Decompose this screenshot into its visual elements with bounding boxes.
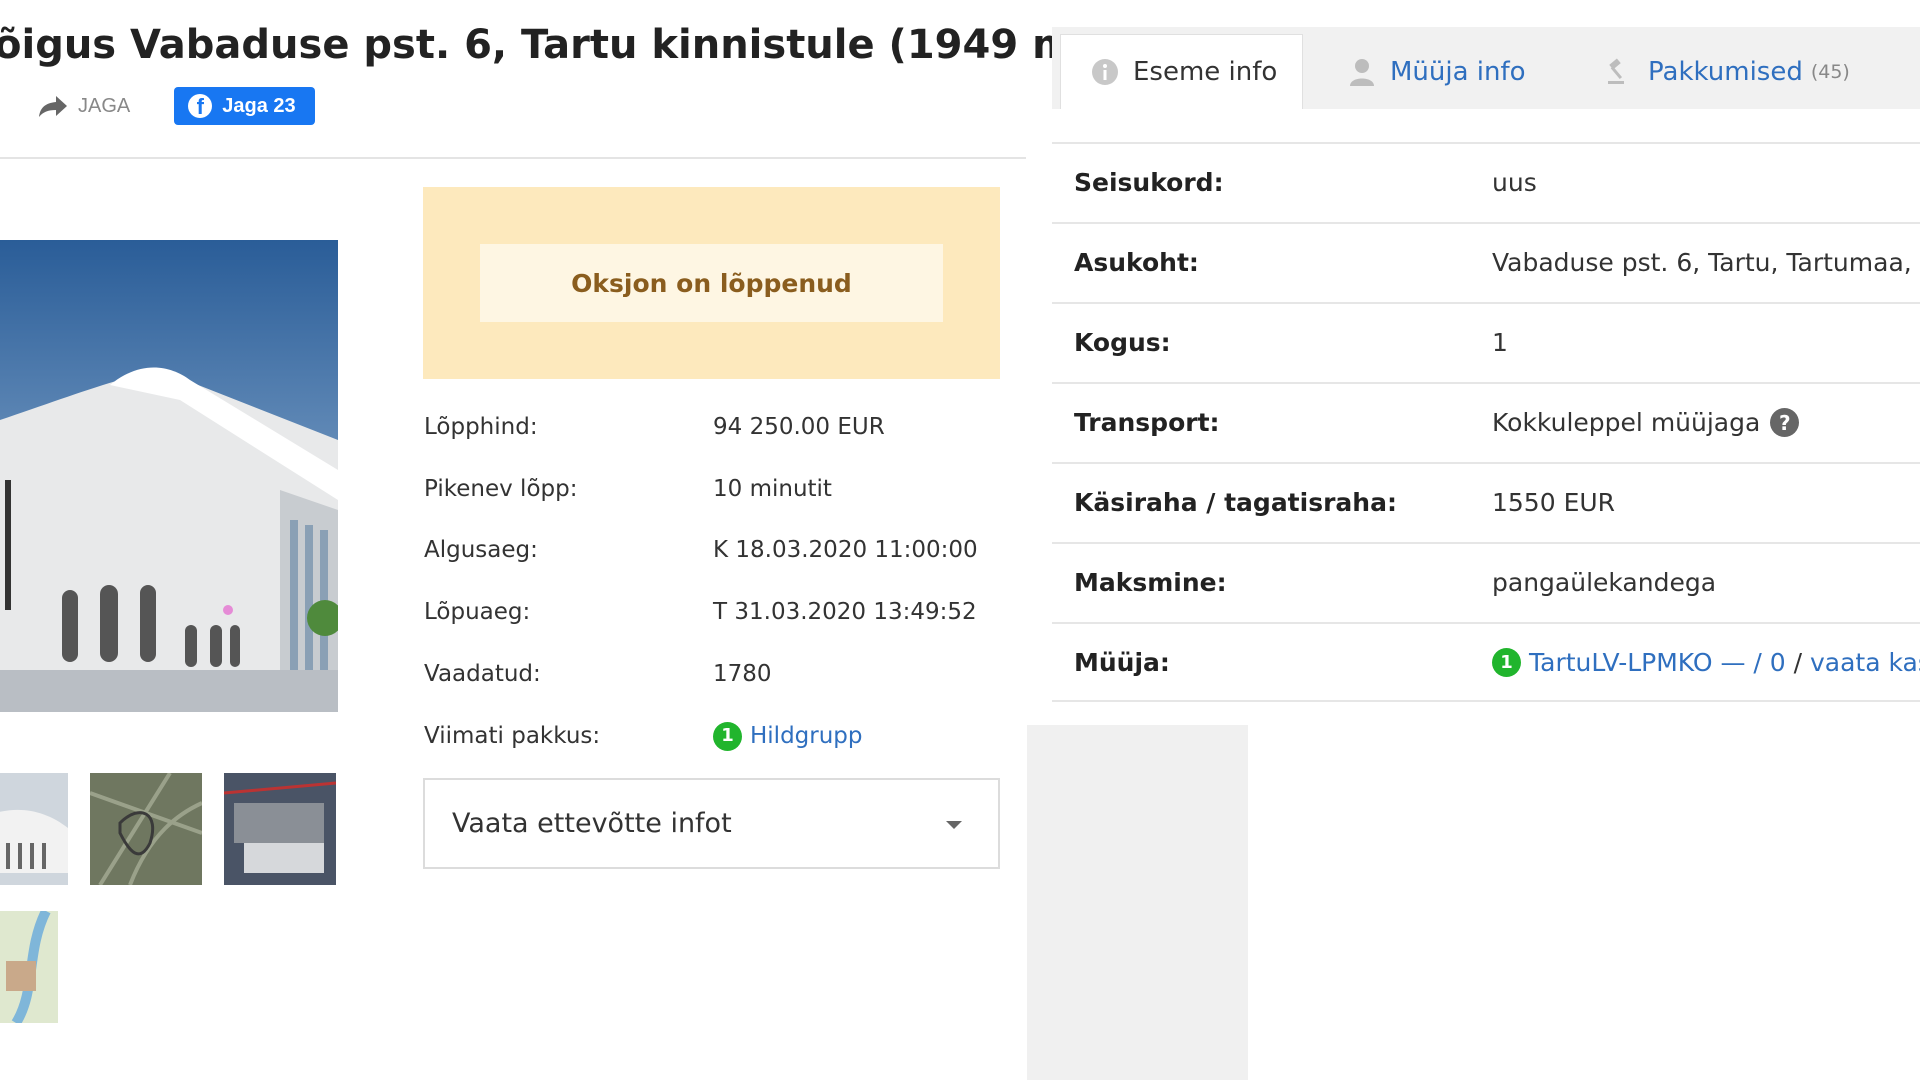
thumbnail-3[interactable] <box>224 773 336 885</box>
location-value: Vabaduse pst. 6, Tartu, Tartumaa, Ee <box>1492 248 1920 277</box>
info-row-location: Asukoht: Vabaduse pst. 6, Tartu, Tartuma… <box>1052 222 1920 302</box>
share-row: JAGA f Jaga 23 <box>38 87 315 125</box>
info-row-seller: Müüja: 1 TartuLV-LPMKO — / 0 / vaata kas <box>1052 622 1920 702</box>
seller-label: Müüja: <box>1074 648 1170 677</box>
chevron-down-icon <box>946 821 962 829</box>
tab-bids[interactable]: Pakkumised (45) <box>1606 34 1850 109</box>
seller-link[interactable]: TartuLV-LPMKO — / 0 <box>1529 648 1786 677</box>
tab-item-info-label: Eseme info <box>1133 57 1278 87</box>
final-price-label: Lõpphind: <box>424 414 538 440</box>
tab-seller-info-label: Müüja info <box>1390 56 1526 87</box>
condition-label: Seisukord: <box>1074 168 1224 197</box>
seller-value: 1 TartuLV-LPMKO — / 0 / vaata kas <box>1492 648 1920 677</box>
last-bidder-link[interactable]: Hildgrupp <box>750 721 863 751</box>
company-info-dropdown-label: Vaata ettevõtte infot <box>452 808 732 839</box>
deposit-label: Käsiraha / tagatisraha: <box>1074 488 1397 517</box>
main-photo[interactable] <box>0 240 338 712</box>
quantity-value: 1 <box>1492 328 1508 357</box>
user-icon <box>1350 58 1374 86</box>
header-divider <box>0 157 1026 159</box>
extended-end-label: Pikenev lõpp: <box>424 476 578 502</box>
final-price-value: 94 250.00 EUR <box>713 414 885 440</box>
user-rating-badge: 1 <box>713 721 742 751</box>
info-row-payment: Maksmine: pangaülekandega <box>1052 542 1920 622</box>
thumbnail-4[interactable] <box>0 911 58 1023</box>
info-icon <box>1092 59 1118 85</box>
share-label: JAGA <box>78 94 131 117</box>
thumbnail-2[interactable] <box>90 773 202 885</box>
payment-value: pangaülekandega <box>1492 568 1717 597</box>
bids-count: (45) <box>1810 60 1850 83</box>
facebook-share-button[interactable]: f Jaga 23 <box>174 87 315 125</box>
share-arrow-icon <box>39 96 67 117</box>
end-time-value: T 31.03.2020 13:49:52 <box>713 599 977 625</box>
help-icon[interactable]: ? <box>1770 408 1800 437</box>
auction-status-box: Oksjon on lõppenud <box>423 187 1000 379</box>
share-button[interactable]: JAGA <box>38 94 130 118</box>
info-row-quantity: Kogus: 1 <box>1052 302 1920 382</box>
start-time-label: Algusaeg: <box>424 537 538 563</box>
side-placeholder-panel <box>1027 725 1248 1080</box>
transport-value-wrap: Kokkuleppel müüjaga ? <box>1492 408 1800 437</box>
facebook-share-label: Jaga 23 <box>222 94 296 117</box>
tab-seller-info[interactable]: Müüja info <box>1348 34 1526 109</box>
start-time-value: K 18.03.2020 11:00:00 <box>713 537 978 563</box>
seller-separator: / <box>1785 648 1810 677</box>
seller-more-link[interactable]: vaata kas <box>1810 648 1920 677</box>
extended-end-value: 10 minutit <box>713 476 832 502</box>
end-time-label: Lõpuaeg: <box>424 599 531 625</box>
location-label: Asukoht: <box>1074 248 1199 277</box>
last-bid-value: 1 Hildgrupp <box>713 721 863 751</box>
payment-label: Maksmine: <box>1074 568 1227 597</box>
item-info-table: Seisukord: uus Asukoht: Vabaduse pst. 6,… <box>1052 142 1920 702</box>
facebook-icon: f <box>188 94 213 118</box>
tab-bids-label: Pakkumised <box>1648 56 1803 87</box>
seller-rating-badge: 1 <box>1492 648 1521 677</box>
info-row-transport: Transport: Kokkuleppel müüjaga ? <box>1052 382 1920 462</box>
deposit-value: 1550 EUR <box>1492 488 1616 517</box>
gavel-icon <box>1608 57 1624 84</box>
page-title: õigus Vabaduse pst. 6, Tartu kinnistule … <box>0 22 1110 68</box>
views-label: Vaadatud: <box>424 661 541 687</box>
views-value: 1780 <box>713 661 772 687</box>
auction-status: Oksjon on lõppenud <box>480 244 943 322</box>
transport-label: Transport: <box>1074 408 1220 437</box>
info-row-condition: Seisukord: uus <box>1052 142 1920 222</box>
company-info-dropdown[interactable]: Vaata ettevõtte infot <box>423 778 1000 869</box>
last-bid-label: Viimati pakkus: <box>424 723 601 749</box>
tab-item-info[interactable]: Eseme info <box>1060 34 1303 109</box>
transport-value: Kokkuleppel müüjaga <box>1492 408 1761 437</box>
quantity-label: Kogus: <box>1074 328 1171 357</box>
thumbnail-1[interactable] <box>0 773 68 885</box>
condition-value: uus <box>1492 168 1537 197</box>
info-row-deposit: Käsiraha / tagatisraha: 1550 EUR <box>1052 462 1920 542</box>
